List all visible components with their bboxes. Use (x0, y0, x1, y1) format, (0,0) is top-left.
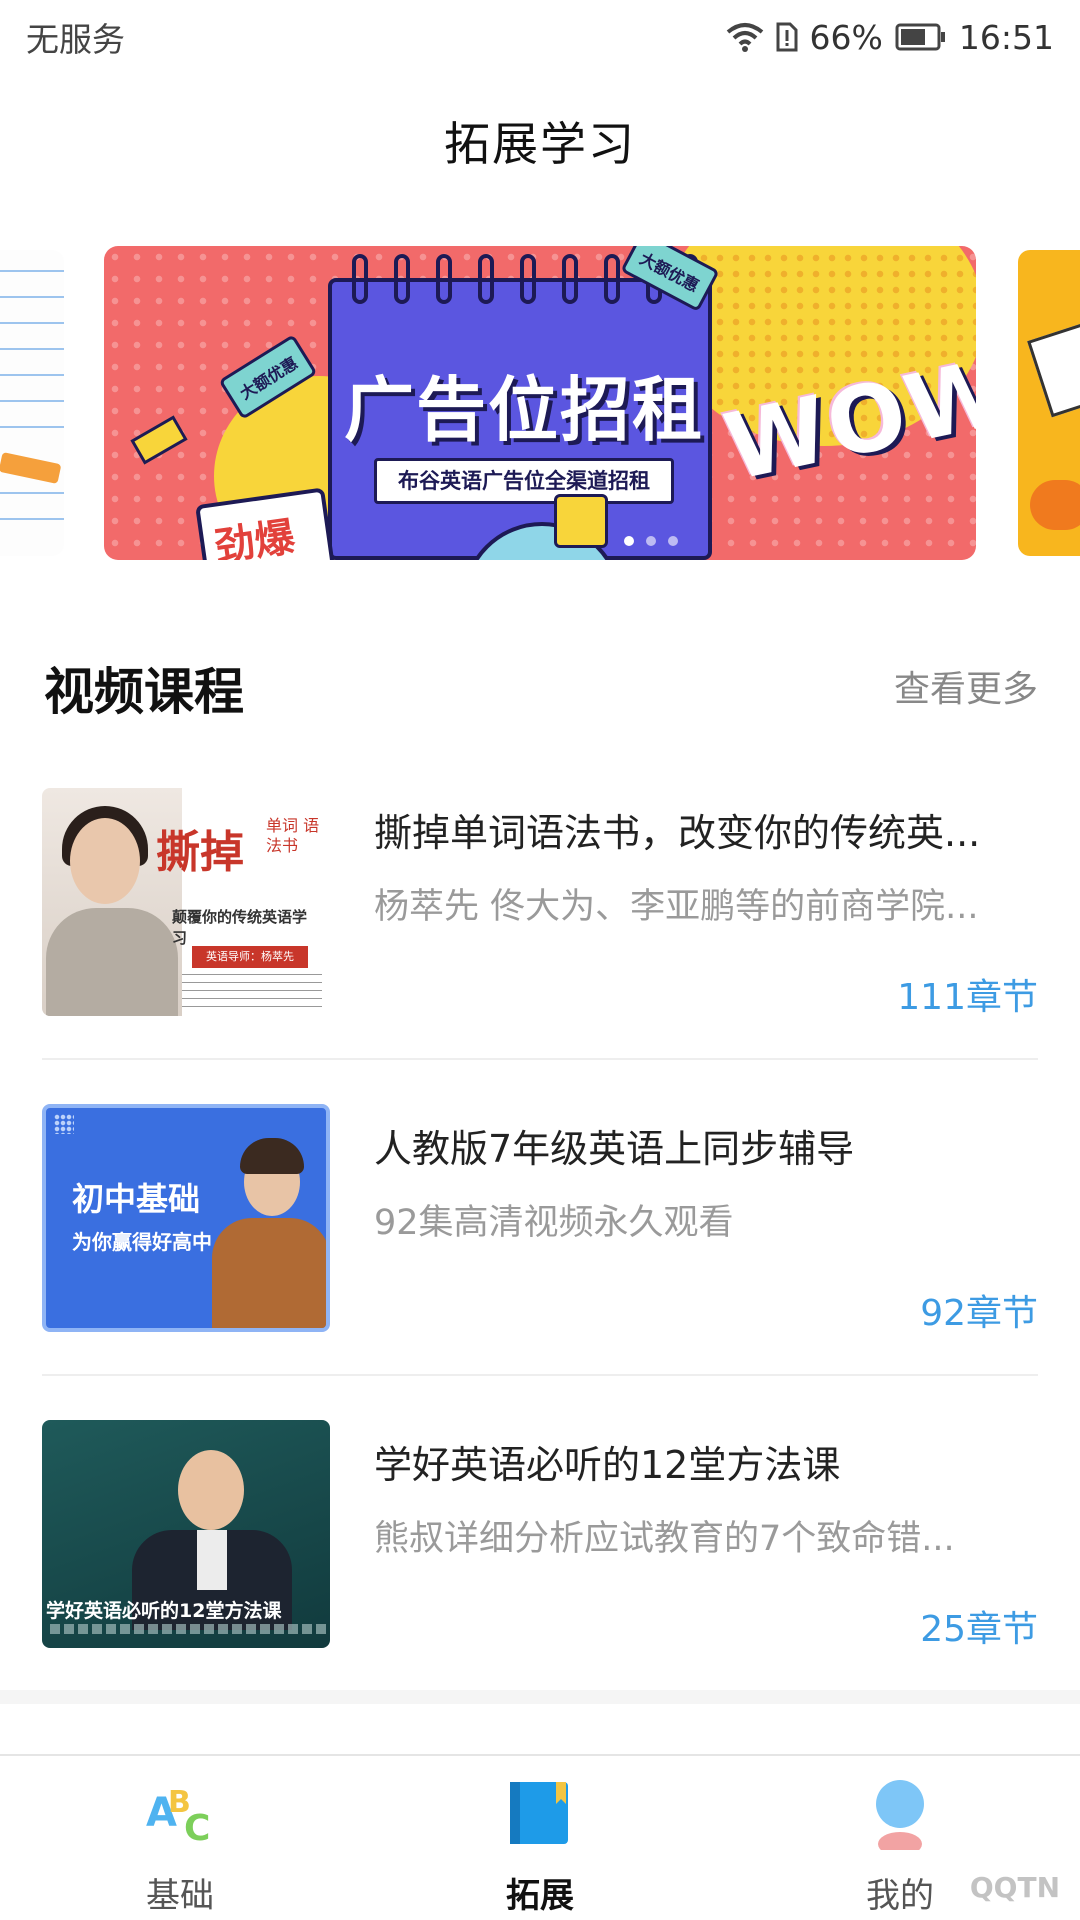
carousel-dots (624, 536, 678, 546)
carousel-dot (668, 536, 678, 546)
thumb-subline: 为你赢得好高中 (72, 1230, 212, 1254)
banner-headline: 广告位招租 (344, 369, 704, 451)
section-separator (0, 1690, 1080, 1704)
see-more-link[interactable]: 查看更多 (894, 660, 1038, 712)
carrier-text: 无服务 (26, 20, 125, 59)
tab-label: 基础 (146, 1876, 214, 1916)
chapter-count: 111章节 (897, 977, 1038, 1018)
page-title: 拓展学习 (444, 117, 636, 171)
thumb-caption: 学好英语必听的12堂方法课 (46, 1600, 282, 1622)
thumb-headline: 初中基础 (72, 1180, 201, 1218)
book-icon (502, 1774, 578, 1850)
banner-notepad: 广告位招租 布谷英语广告位全渠道招租 (328, 254, 712, 560)
battery-icon (895, 23, 947, 51)
banner-peek-previous[interactable] (0, 250, 64, 556)
course-title: 撕掉单词语法书，改变你的传统英... (374, 811, 981, 855)
course-thumbnail: 学好英语必听的12堂方法课 (42, 1420, 330, 1648)
section-title-video-courses: 视频课程 (44, 663, 244, 721)
course-item[interactable]: 初中基础 为你赢得好高中 人教版7年级英语上同步辅导 92集高清视频永久观看 9… (0, 1104, 1080, 1368)
course-thumbnail: 撕掉 单词 语法书 颠覆你的传统英语学习 英语导师：杨萃先 (42, 788, 330, 1016)
thumb-small-text: 单词 语法书 (266, 816, 320, 855)
user-icon (862, 1774, 938, 1856)
burst-text: 劲爆 (211, 514, 298, 560)
divider (42, 1374, 1038, 1376)
course-thumbnail: 初中基础 为你赢得好高中 (42, 1104, 330, 1332)
course-title: 人教版7年级英语上同步辅导 (374, 1127, 855, 1171)
chapter-count: 92章节 (920, 1293, 1038, 1334)
carousel-dot (646, 536, 656, 546)
status-icons: 66% 16:51 (726, 18, 1054, 57)
abc-icon: A B C (142, 1774, 218, 1850)
course-item[interactable]: 撕掉 单词 语法书 颠覆你的传统英语学习 英语导师：杨萃先 撕掉单词语法书，改变… (0, 788, 1080, 1052)
carousel-dot (624, 536, 634, 546)
banner-peek-next[interactable] (1018, 250, 1080, 556)
tab-label: 拓展 (506, 1876, 574, 1916)
course-description: 杨萃先 佟大为、李亚鹏等的前商学院... (374, 887, 979, 927)
banner-subtitle: 布谷英语广告位全渠道招租 (374, 458, 674, 504)
sim-alert-icon (776, 22, 798, 52)
thumb-mentor: 英语导师：杨萃先 (192, 946, 308, 968)
battery-percent: 66% (809, 17, 883, 57)
banner-ad[interactable]: 大额优惠 广告位招租 布谷英语广告位全渠道招租 大额优惠 WOW 劲爆 (104, 246, 976, 560)
thumb-tagline: 颠覆你的传统英语学习 (172, 908, 308, 947)
svg-text:C: C (184, 1808, 210, 1849)
tab-extend[interactable]: 拓展 (360, 1756, 720, 1920)
course-title: 学好英语必听的12堂方法课 (374, 1443, 841, 1487)
wifi-icon (726, 22, 764, 52)
tab-basic[interactable]: A B C 基础 (0, 1756, 360, 1920)
course-description: 熊叔详细分析应试教育的7个致命错... (374, 1519, 955, 1559)
chapter-count: 25章节 (920, 1609, 1038, 1650)
banner-carousel[interactable]: 大额优惠 广告位招租 布谷英语广告位全渠道招租 大额优惠 WOW 劲爆 (0, 246, 1080, 560)
clock-time: 16:51 (958, 17, 1054, 57)
course-description: 92集高清视频永久观看 (374, 1203, 734, 1243)
status-bar: 无服务 66% 16:51 (0, 0, 1080, 74)
divider (42, 1058, 1038, 1060)
watermark-logo: QQTN (969, 1871, 1060, 1904)
satellite-icon (130, 415, 188, 465)
thumb-big-text: 撕掉 (156, 827, 244, 878)
lock-icon (554, 494, 608, 548)
bottom-tab-bar: A B C 基础 拓展 我的 QQTN (0, 1754, 1080, 1920)
course-item[interactable]: 学好英语必听的12堂方法课 学好英语必听的12堂方法课 熊叔详细分析应试教育的7… (0, 1420, 1080, 1684)
